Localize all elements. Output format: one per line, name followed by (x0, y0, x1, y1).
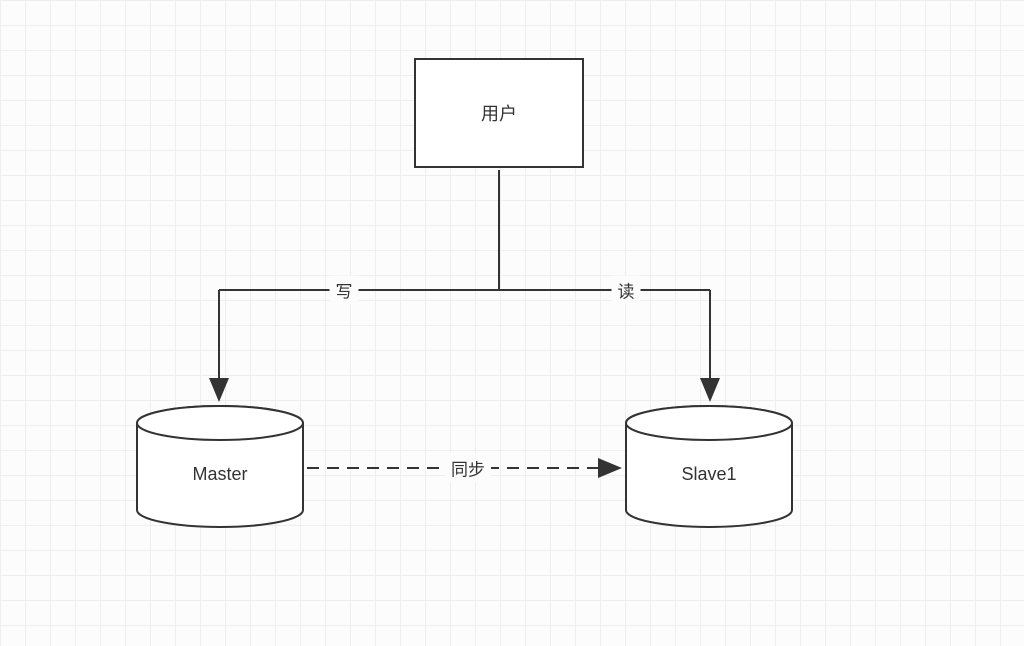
master-node: Master (135, 405, 305, 528)
slave-node: Slave1 (624, 405, 794, 528)
architecture-diagram: 用户 Master Slave1 写 读 同步 (0, 0, 1024, 646)
user-node: 用户 (414, 58, 584, 168)
edge-write-label: 写 (330, 276, 359, 305)
master-node-label: Master (192, 464, 247, 484)
edge-sync-label: 同步 (445, 454, 491, 483)
edge-read-label: 读 (612, 276, 641, 305)
slave-node-label: Slave1 (681, 464, 736, 484)
user-node-label: 用户 (481, 100, 517, 126)
